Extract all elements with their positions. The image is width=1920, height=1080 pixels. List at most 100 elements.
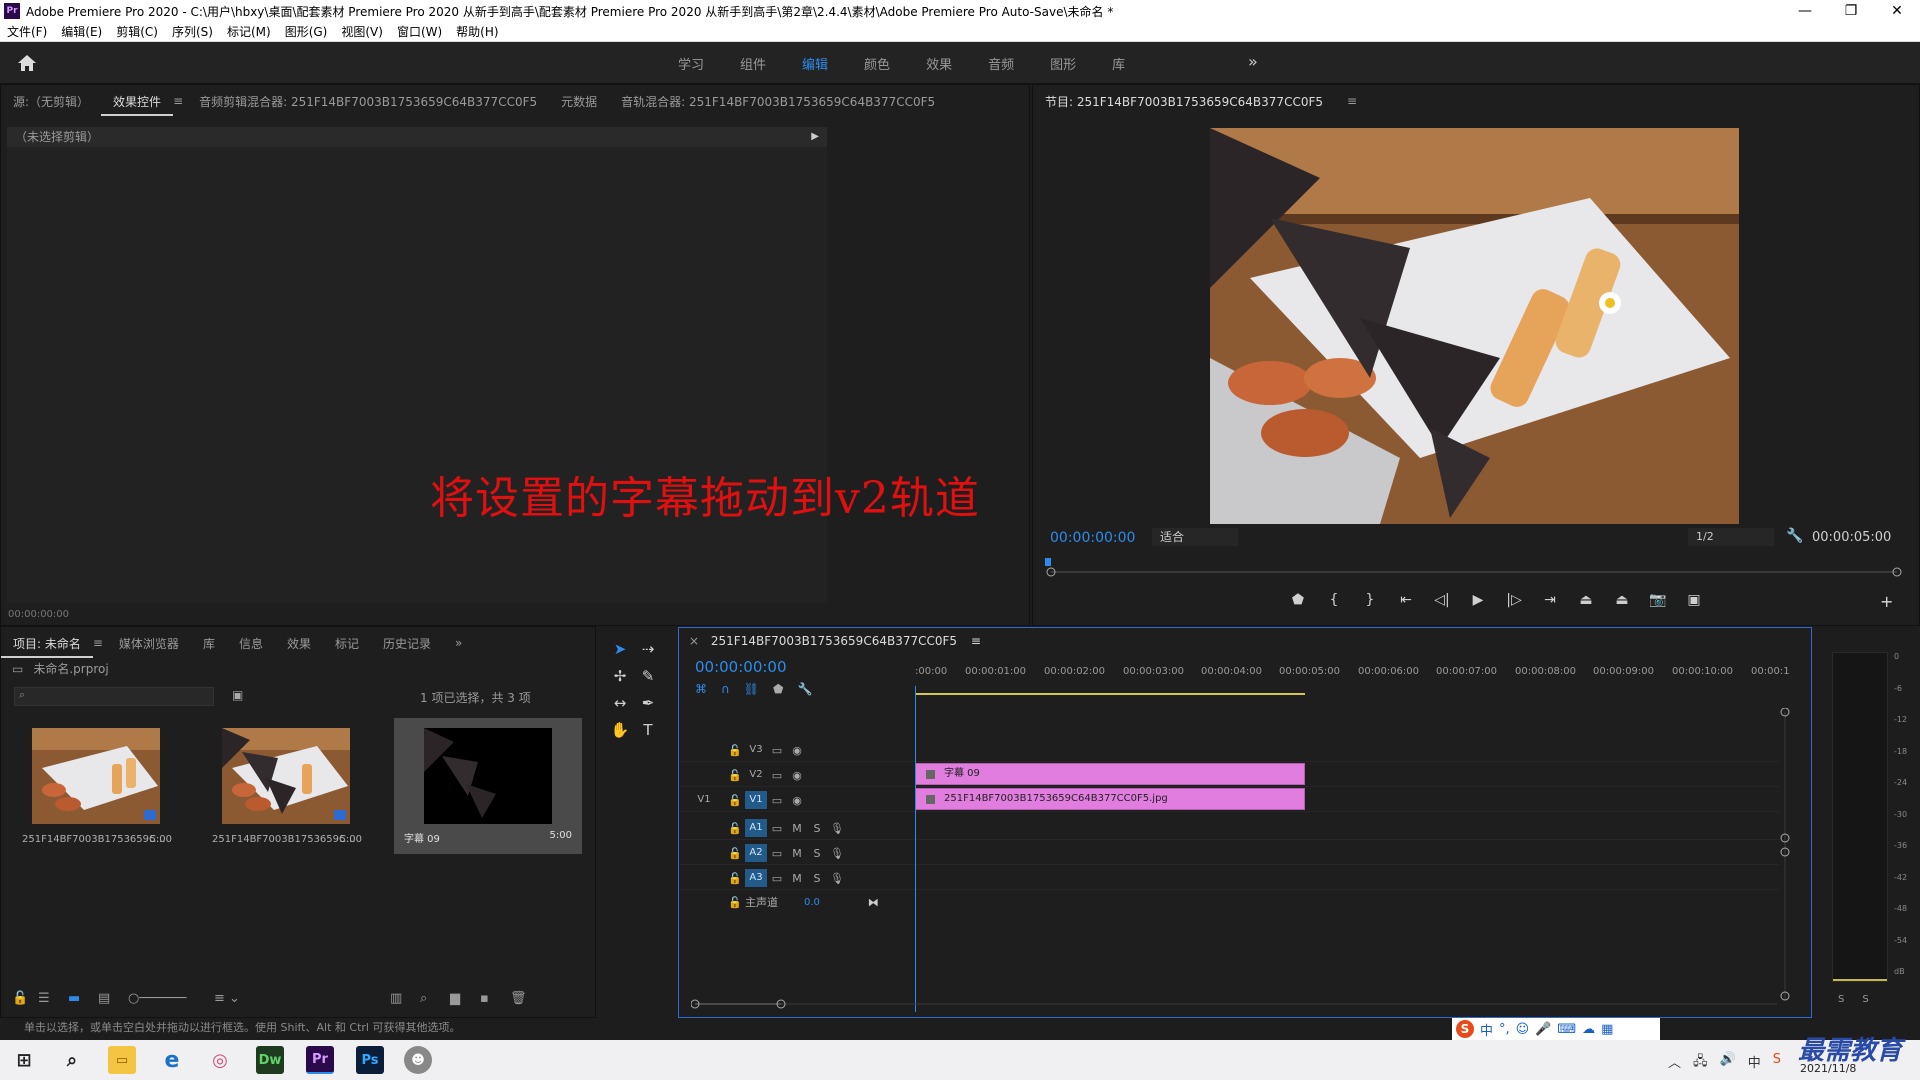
- lock-track-icon[interactable]: 🔓: [725, 872, 745, 885]
- project-item-selected[interactable]: 字幕 09 5:00: [394, 718, 582, 854]
- lock-icon[interactable]: 🔓: [12, 991, 38, 1006]
- tab-audio-clip-mixer[interactable]: 音频剪辑混合器: 251F14BF7003B1753659C64B377CC0F…: [187, 93, 549, 110]
- tab-history[interactable]: 历史记录: [371, 635, 443, 652]
- edge-browser-icon[interactable]: e: [158, 1046, 186, 1074]
- timeline-clip-image[interactable]: 251F14BF7003B1753659C64B377CC0F5.jpg: [915, 788, 1305, 810]
- lock-track-icon[interactable]: 🔓: [725, 822, 745, 835]
- lock-track-icon[interactable]: 🔓: [725, 744, 745, 757]
- workspace-tab-libraries[interactable]: 库: [1094, 54, 1143, 73]
- export-frame-icon[interactable]: 📷: [1640, 592, 1676, 608]
- workspace-tab-editing[interactable]: 编辑: [784, 54, 846, 73]
- sync-lock-icon[interactable]: ▭: [767, 822, 787, 835]
- microphone-icon[interactable]: 🎙: [827, 872, 847, 885]
- sogou-ime-icon[interactable]: S: [1456, 1020, 1474, 1038]
- panel-menu-icon[interactable]: ≡: [173, 94, 187, 108]
- lock-track-icon[interactable]: 🔓: [725, 794, 745, 807]
- new-search-bin-icon[interactable]: ▣: [232, 688, 243, 702]
- zoom-fit-select[interactable]: 适合: [1152, 528, 1238, 546]
- work-area-bar[interactable]: [915, 693, 1305, 695]
- close-sequence-icon[interactable]: ×: [689, 634, 699, 648]
- restore-button[interactable]: ❐: [1828, 0, 1874, 22]
- show-hidden-icons-icon[interactable]: ︿: [1668, 1052, 1681, 1074]
- photoshop-icon[interactable]: Ps: [356, 1046, 384, 1074]
- menu-sequence[interactable]: 序列(S): [165, 23, 220, 40]
- workspace-tab-audio[interactable]: 音频: [970, 54, 1032, 73]
- menu-file[interactable]: 文件(F): [0, 23, 54, 40]
- go-to-out-icon[interactable]: ⇥: [1532, 592, 1568, 608]
- delete-icon[interactable]: 🗑: [510, 991, 540, 1006]
- settings-wrench-icon[interactable]: 🔧: [1786, 528, 1803, 544]
- menu-marker[interactable]: 标记(M): [220, 23, 278, 40]
- button-editor-plus-icon[interactable]: +: [1880, 592, 1893, 611]
- lock-track-icon[interactable]: 🔓: [725, 847, 745, 860]
- tab-metadata[interactable]: 元数据: [549, 93, 609, 110]
- track-target[interactable]: V1: [745, 791, 767, 809]
- step-forward-icon[interactable]: |▷: [1496, 592, 1532, 608]
- track-target[interactable]: V3: [745, 741, 767, 759]
- automate-to-sequence-icon[interactable]: ▥: [390, 991, 420, 1006]
- track-target[interactable]: A3: [745, 869, 767, 887]
- ime-tray-icon[interactable]: 中: [1748, 1052, 1761, 1074]
- timeline-playhead[interactable]: [915, 686, 916, 1012]
- source-patch[interactable]: V1: [693, 791, 715, 809]
- timeline-tab[interactable]: × 251F14BF7003B1753659C64B377CC0F5 ≡: [689, 634, 981, 648]
- sync-lock-icon[interactable]: ▭: [767, 744, 787, 757]
- more-workspaces-icon[interactable]: »: [1248, 52, 1258, 71]
- program-time-ruler[interactable]: [1045, 556, 1903, 578]
- track-select-tool-icon[interactable]: ⇢: [634, 640, 662, 667]
- eye-icon[interactable]: ◉: [787, 794, 807, 807]
- go-to-in-icon[interactable]: ⇤: [1388, 592, 1424, 608]
- go-to-next-edit-icon[interactable]: ⧓: [868, 896, 879, 909]
- track-target[interactable]: A2: [745, 844, 767, 862]
- network-icon[interactable]: 🖧: [1693, 1052, 1708, 1074]
- nest-icon[interactable]: ⌘: [695, 682, 707, 696]
- mark-in-icon[interactable]: {: [1316, 592, 1352, 608]
- tab-markers[interactable]: 标记: [323, 635, 371, 652]
- timeline-marker-icon[interactable]: ⬟: [773, 682, 783, 696]
- solo-button[interactable]: S: [807, 822, 827, 835]
- tab-media-browser[interactable]: 媒体浏览器: [107, 635, 191, 652]
- vertical-scrollbar[interactable]: [1779, 707, 1791, 1004]
- find-icon[interactable]: ⌕: [420, 991, 450, 1006]
- more-panels-icon[interactable]: »: [443, 636, 474, 650]
- icon-view-icon[interactable]: ▬: [68, 991, 98, 1006]
- meter-solo-button[interactable]: S: [1862, 994, 1868, 1005]
- emoji-icon[interactable]: ☺: [1516, 1022, 1530, 1037]
- ripple-edit-tool-icon[interactable]: ✢: [606, 667, 634, 694]
- extract-icon[interactable]: ⏏: [1604, 592, 1640, 608]
- search-icon[interactable]: ⌕: [58, 1046, 86, 1074]
- step-back-icon[interactable]: ◁|: [1424, 592, 1460, 608]
- lock-track-icon[interactable]: 🔓: [725, 896, 745, 909]
- tab-info[interactable]: 信息: [227, 635, 275, 652]
- mute-button[interactable]: M: [787, 847, 807, 860]
- sogou-tray-icon[interactable]: S: [1773, 1052, 1781, 1074]
- program-playhead-timecode[interactable]: 00:00:00:00: [1050, 530, 1135, 546]
- home-icon[interactable]: [16, 53, 38, 73]
- voice-icon[interactable]: 🎤: [1535, 1022, 1551, 1037]
- tab-project[interactable]: 项目: 未命名: [1, 635, 93, 658]
- menu-window[interactable]: 窗口(W): [390, 23, 449, 40]
- comparison-view-icon[interactable]: ▣: [1676, 592, 1712, 608]
- new-bin-icon[interactable]: ▆: [450, 991, 480, 1006]
- solo-button[interactable]: S: [807, 847, 827, 860]
- menu-view[interactable]: 视图(V): [334, 23, 390, 40]
- timeline-ruler[interactable]: :00:00 00:00:01:00 00:00:02:00 00:00:03:…: [915, 666, 1790, 696]
- ime-punctuation-icon[interactable]: °,: [1499, 1022, 1510, 1037]
- tab-effect-controls[interactable]: 效果控件: [101, 93, 174, 116]
- microphone-icon[interactable]: 🎙: [827, 822, 847, 835]
- eye-icon[interactable]: ◉: [787, 744, 807, 757]
- list-view-icon[interactable]: ☰: [38, 991, 68, 1006]
- tab-audio-track-mixer[interactable]: 音轨混合器: 251F14BF7003B1753659C64B377CC0F5: [609, 93, 947, 110]
- linked-selection-icon[interactable]: ⛓: [744, 682, 759, 696]
- timeline-timecode[interactable]: 00:00:00:00: [695, 658, 787, 676]
- mark-out-icon[interactable]: }: [1352, 592, 1388, 608]
- razor-tool-icon[interactable]: ✎: [634, 667, 662, 694]
- menu-clip[interactable]: 剪辑(C): [109, 23, 165, 40]
- keyboard-icon[interactable]: ⌨: [1557, 1022, 1576, 1037]
- close-button[interactable]: ✕: [1874, 0, 1920, 22]
- project-search-input[interactable]: ⌕: [14, 687, 214, 706]
- mute-button[interactable]: M: [787, 872, 807, 885]
- workspace-tab-assembly[interactable]: 组件: [722, 54, 784, 73]
- workspace-tab-learn[interactable]: 学习: [660, 54, 722, 73]
- track-target[interactable]: A1: [745, 819, 767, 837]
